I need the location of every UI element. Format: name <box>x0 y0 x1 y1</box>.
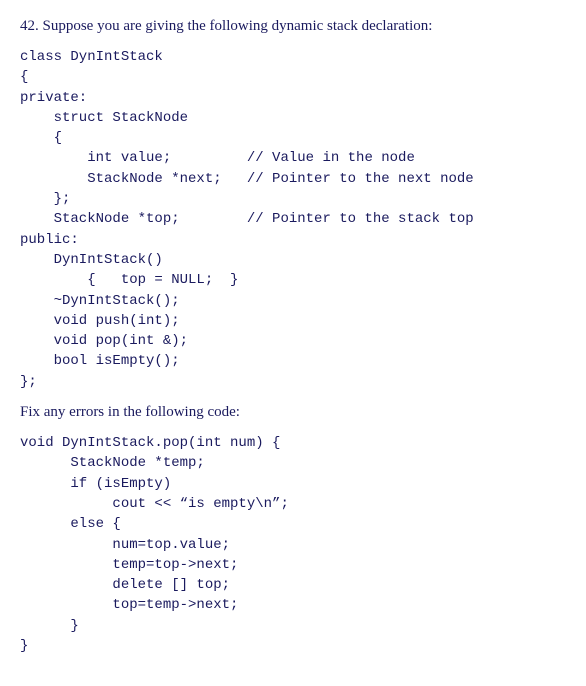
question-number: 42. <box>20 18 39 34</box>
question-prompt: 42. Suppose you are giving the following… <box>20 18 566 35</box>
instruction-text: Fix any errors in the following code: <box>20 404 566 421</box>
question-text-body: Suppose you are giving the following dyn… <box>43 18 433 34</box>
code-block-fix: void DynIntStack.pop(int num) { StackNod… <box>20 433 566 656</box>
code-block-declaration: class DynIntStack { private: struct Stac… <box>20 47 566 392</box>
